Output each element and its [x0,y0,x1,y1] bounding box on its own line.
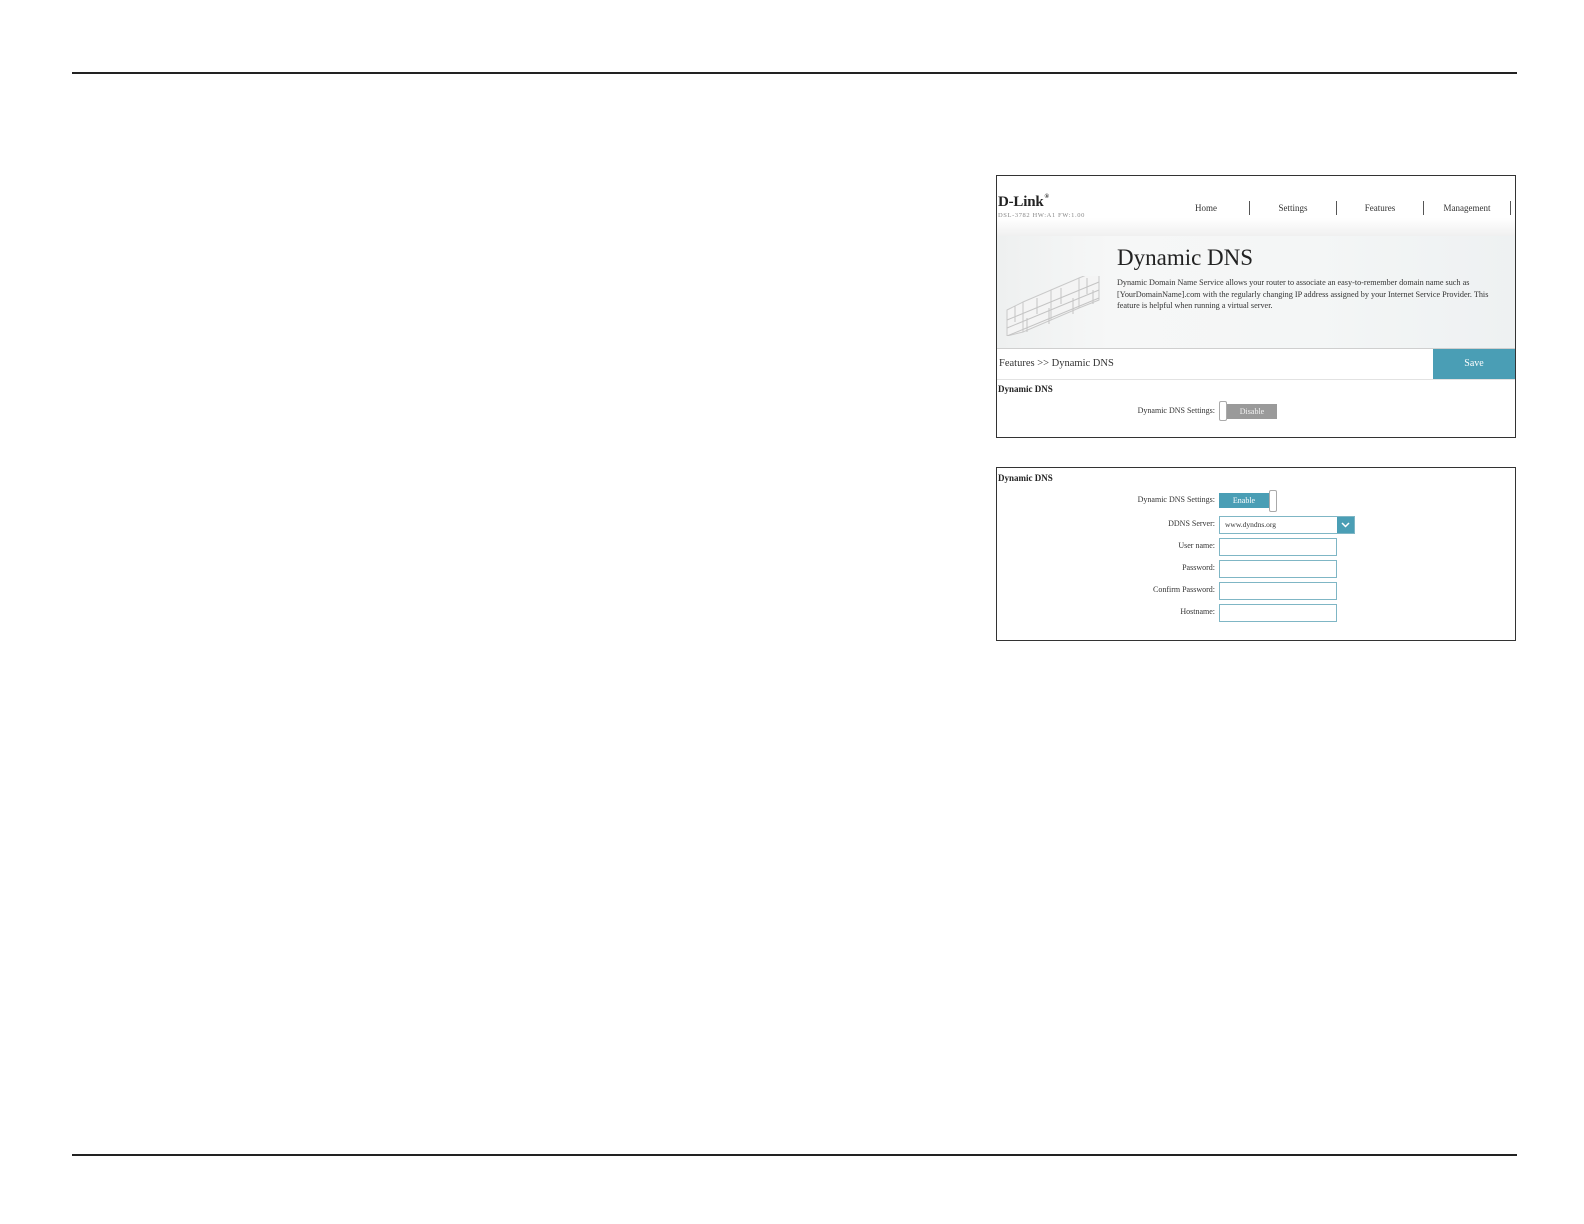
page-description: Dynamic Domain Name Service allows your … [1117,278,1489,310]
ddns-settings-label: Dynamic DNS Settings: [1137,495,1215,504]
toggle-knob [1269,490,1277,512]
username-label: User name: [1178,541,1215,550]
page-top-rule [72,72,1517,74]
dlink-logo: D-Link® [998,194,1049,210]
brick-wall-icon [1006,276,1100,336]
ddns-server-value: www.dyndns.org [1225,520,1277,529]
confirm-password-label: Confirm Password: [1153,585,1215,594]
main-nav: Home Settings Features Management [1163,198,1515,218]
toggle-knob [1219,401,1227,421]
screenshot-dynamic-dns-disabled: D-Link® DSL-3782 HW:A1 FW:1.00 Home Sett… [996,175,1516,438]
ddns-server-select[interactable]: www.dyndns.org [1219,516,1355,534]
toggle-state-label: Disable [1227,404,1277,419]
breadcrumb[interactable]: Features >> Dynamic DNS [999,349,1114,379]
username-input[interactable] [1219,538,1337,556]
section-title: Dynamic DNS [998,384,1053,394]
toggle-state-label: Enable [1219,493,1269,508]
save-button[interactable]: Save [1433,349,1515,379]
ddns-toggle[interactable]: Disable [1219,401,1277,421]
header-bar: D-Link® DSL-3782 HW:A1 FW:1.00 Home Sett… [997,176,1515,237]
hostname-label: Hostname: [1180,607,1215,616]
page-bottom-rule [72,1154,1517,1156]
password-label: Password: [1182,563,1215,572]
screenshot-dynamic-dns-enabled: Dynamic DNS Dynamic DNS Settings: Enable… [996,467,1516,641]
page-title: Dynamic DNS [1117,245,1254,270]
hostname-input[interactable] [1219,604,1337,622]
ddns-settings-label: Dynamic DNS Settings: [1137,406,1215,415]
password-input[interactable] [1219,560,1337,578]
nav-management[interactable]: Management [1424,201,1511,215]
ddns-server-label: DDNS Server: [1168,519,1215,528]
chevron-down-icon[interactable] [1337,517,1354,533]
nav-home[interactable]: Home [1163,201,1250,215]
nav-features[interactable]: Features [1337,201,1424,215]
breadcrumb-bar: Features >> Dynamic DNS Save [997,348,1515,380]
section-title: Dynamic DNS [998,473,1053,483]
model-info: DSL-3782 HW:A1 FW:1.00 [998,212,1085,219]
page-banner: Dynamic DNS Dynamic Domain Name Service … [997,236,1515,348]
confirm-password-input[interactable] [1219,582,1337,600]
nav-settings[interactable]: Settings [1250,201,1337,215]
ddns-toggle[interactable]: Enable [1219,490,1277,512]
